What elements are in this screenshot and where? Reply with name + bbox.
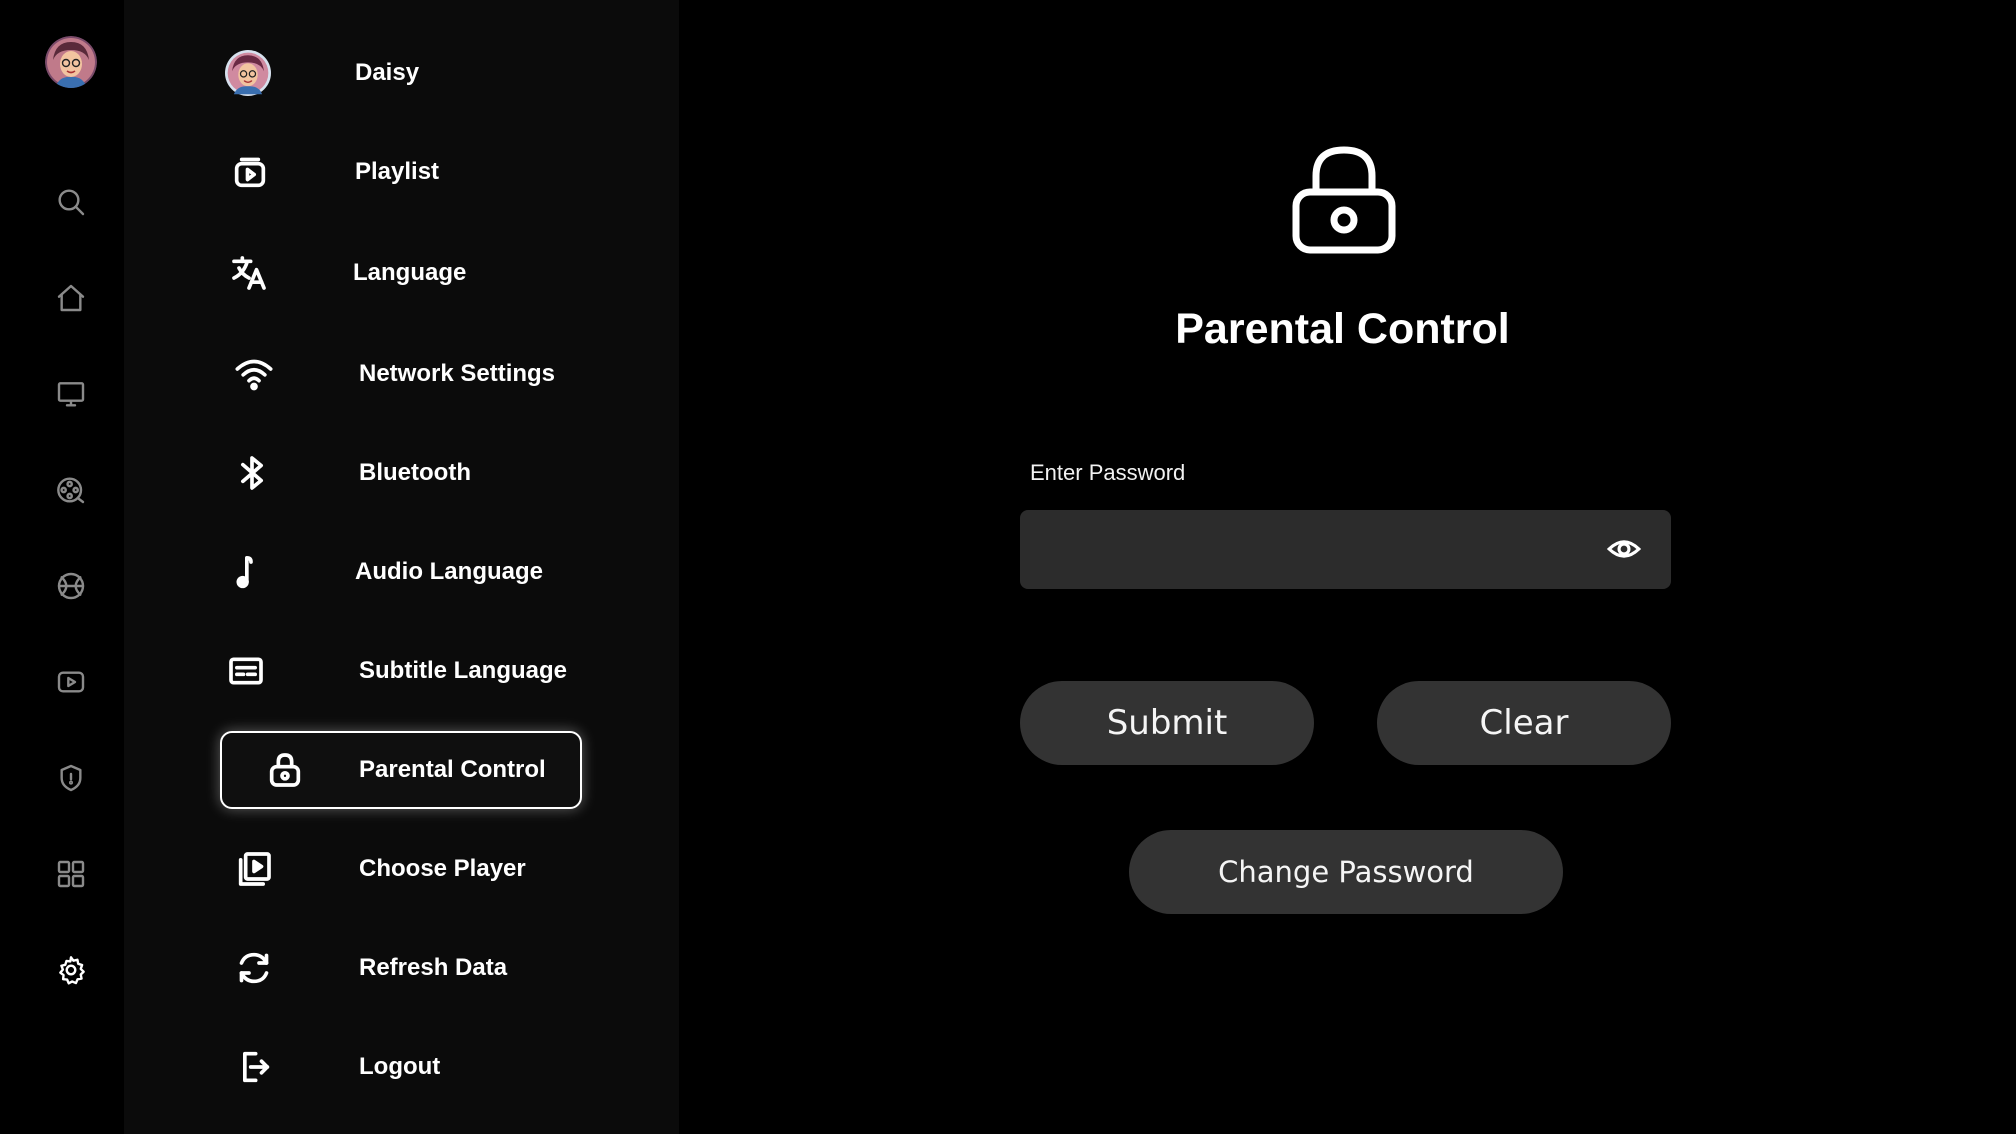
menu-item-label: Subtitle Language <box>359 657 568 684</box>
menu-item-language[interactable]: Language <box>220 234 582 312</box>
menu-item-label: Parental Control <box>359 756 546 783</box>
menu-item-label: Bluetooth <box>359 459 471 486</box>
menu-item-label: Playlist <box>355 158 440 185</box>
menu-item-label: Language <box>353 259 467 286</box>
change-password-button[interactable]: Change Password <box>1129 830 1563 914</box>
menu-item-network-settings[interactable]: Network Settings <box>220 335 582 413</box>
bluetooth-icon <box>229 450 275 496</box>
player-icon <box>231 846 277 892</box>
settings-menu: Daisy Playlist Language Network Settings… <box>124 0 679 1134</box>
movies-icon[interactable] <box>52 471 90 509</box>
video-icon[interactable] <box>52 663 90 701</box>
menu-item-profile[interactable]: Daisy <box>220 34 582 112</box>
menu-item-label: Daisy <box>355 59 420 86</box>
lock-icon <box>1288 142 1400 258</box>
menu-item-label: Network Settings <box>359 360 556 387</box>
rail-avatar[interactable] <box>45 36 97 88</box>
menu-item-label: Choose Player <box>359 855 526 882</box>
subtitles-icon <box>223 648 269 694</box>
menu-item-choose-player[interactable]: Choose Player <box>220 830 582 908</box>
playlist-icon <box>227 149 273 195</box>
submit-button[interactable]: Submit <box>1020 681 1314 765</box>
menu-item-parental-control[interactable]: Parental Control <box>220 731 582 809</box>
menu-item-subtitle-language[interactable]: Subtitle Language <box>220 632 582 710</box>
menu-item-label: Logout <box>359 1053 441 1080</box>
clear-button[interactable]: Clear <box>1377 681 1671 765</box>
lock-icon <box>262 747 308 793</box>
password-input[interactable] <box>1020 510 1671 589</box>
search-icon[interactable] <box>52 183 90 221</box>
sports-icon[interactable] <box>52 567 90 605</box>
music-note-icon <box>223 549 269 595</box>
menu-item-audio-language[interactable]: Audio Language <box>220 533 582 611</box>
eye-icon[interactable] <box>1606 533 1642 565</box>
password-label: Enter Password <box>1030 460 1186 485</box>
wifi-icon <box>231 351 277 397</box>
logout-icon <box>231 1044 277 1090</box>
menu-item-refresh-data[interactable]: Refresh Data <box>220 929 582 1007</box>
page-title: Parental Control <box>1175 305 1510 353</box>
gear-icon[interactable] <box>52 951 90 989</box>
nav-rail <box>0 0 124 1134</box>
profile-avatar <box>225 50 271 96</box>
menu-item-bluetooth[interactable]: Bluetooth <box>220 434 582 512</box>
menu-item-playlist[interactable]: Playlist <box>220 133 582 211</box>
refresh-icon <box>231 945 277 991</box>
grid-icon[interactable] <box>52 855 90 893</box>
menu-item-label: Audio Language <box>355 558 543 585</box>
menu-item-label: Refresh Data <box>359 954 508 981</box>
menu-item-logout[interactable]: Logout <box>220 1028 582 1106</box>
home-icon[interactable] <box>52 279 90 317</box>
tv-icon[interactable] <box>52 375 90 413</box>
translate-icon <box>226 250 272 296</box>
shield-icon[interactable] <box>52 759 90 797</box>
